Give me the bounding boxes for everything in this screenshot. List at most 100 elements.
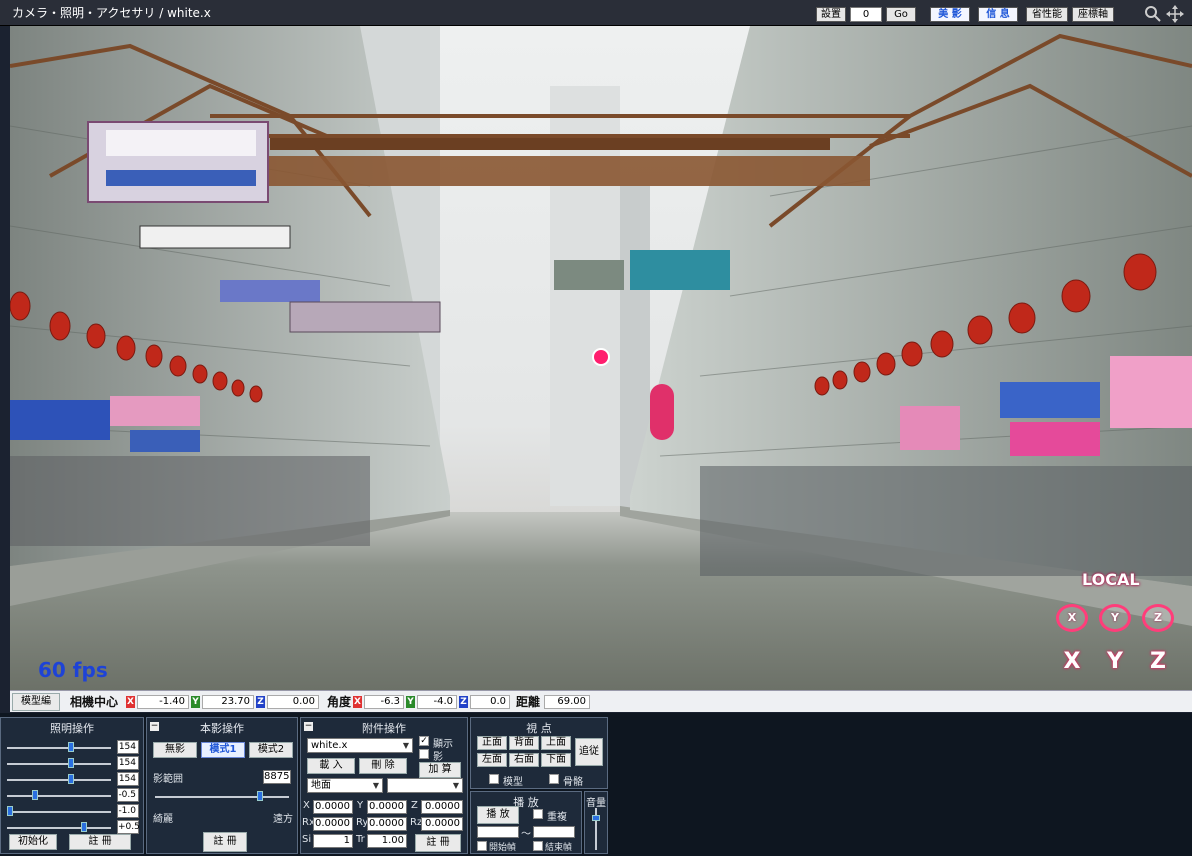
- center-x-field[interactable]: -1.40: [137, 694, 190, 709]
- scale-field[interactable]: 1: [313, 834, 353, 848]
- light-slider-thumb[interactable]: [67, 742, 74, 752]
- angle-z-field[interactable]: 0.0: [470, 694, 511, 709]
- view-bottom-button[interactable]: 下面: [541, 753, 571, 767]
- light-slider-value[interactable]: -0.5: [117, 788, 139, 802]
- model-label: 模型: [503, 777, 523, 788]
- camera-rotate-y-icon[interactable]: Y: [1099, 604, 1131, 632]
- angle-y-field[interactable]: -4.0: [417, 694, 458, 709]
- accessory-delete-button[interactable]: 刪 除: [359, 758, 407, 774]
- light-slider-thumb[interactable]: [80, 822, 87, 832]
- performance-button[interactable]: 省性能: [1026, 7, 1068, 22]
- view-right-button[interactable]: 右面: [509, 753, 539, 767]
- accessory-load-button[interactable]: 載 入: [307, 758, 355, 774]
- axis-z-tag: Z: [256, 695, 266, 708]
- model-checkbox[interactable]: [489, 774, 499, 784]
- camera-move-z-icon[interactable]: Z: [1142, 648, 1174, 676]
- bone-select[interactable]: ▼: [387, 778, 463, 793]
- end-frame-label: 結束幀: [545, 843, 573, 853]
- camera-move-y-icon[interactable]: Y: [1099, 648, 1131, 676]
- pos-y-label: Y: [357, 800, 364, 811]
- light-slider-thumb[interactable]: [67, 774, 74, 784]
- shadow-range-thumb[interactable]: [257, 791, 264, 801]
- accessory-add-button[interactable]: 加 算: [419, 762, 461, 778]
- pan-icon[interactable]: [1166, 5, 1184, 23]
- light-slider-thumb[interactable]: [31, 790, 38, 800]
- end-frame-checkbox[interactable]: [533, 841, 543, 851]
- zoom-icon[interactable]: [1144, 5, 1162, 23]
- rot-z-field[interactable]: 0.0000: [421, 817, 463, 831]
- beauty-shadow-button[interactable]: 美 影: [930, 7, 970, 22]
- control-panels: 照明操作 154 154 154 -0.5 -1.0 +0.5 初始化 註 冊 − 本影操…: [0, 713, 1192, 856]
- accessory-register-button[interactable]: 註 冊: [415, 834, 461, 852]
- view-left-button[interactable]: 左面: [477, 753, 507, 767]
- lighting-init-button[interactable]: 初始化: [9, 834, 57, 850]
- lighting-panel: 照明操作 154 154 154 -0.5 -1.0 +0.5 初始化 註 冊: [0, 717, 144, 854]
- mmd-window: カメラ・照明・アクセサリ / white.x 設置 0 Go 美 影 信 息 省…: [0, 0, 1192, 856]
- lighting-register-button[interactable]: 註 冊: [69, 834, 131, 850]
- end-frame-field[interactable]: [533, 826, 575, 838]
- camera-rotate-x-icon[interactable]: X: [1056, 604, 1088, 632]
- light-slider-thumb[interactable]: [7, 806, 13, 816]
- pos-x-field[interactable]: 0.0000: [313, 800, 353, 814]
- view-front-button[interactable]: 正面: [477, 736, 507, 750]
- accessory-panel: − 附件操作 white.x ▼ ✓ 顯示 影 載 入 刪 除 加 算 地面 ▼ ▼…: [300, 717, 468, 854]
- shadow-range-track: [155, 796, 289, 798]
- light-slider-value[interactable]: 154: [117, 740, 139, 754]
- follow-button[interactable]: 追従: [575, 738, 603, 766]
- pos-x-label: X: [303, 800, 310, 811]
- viewpoint-panel: 視 点 正面 背面 上面 左面 右面 下面 追従 模型 骨骼: [470, 717, 608, 789]
- repeat-checkbox[interactable]: [533, 809, 543, 819]
- center-y-field[interactable]: 23.70: [202, 694, 255, 709]
- light-slider-value[interactable]: -1.0: [117, 804, 139, 818]
- shadow-register-button[interactable]: 註 冊: [203, 832, 247, 852]
- shadow-mode1-button[interactable]: 模式1: [201, 742, 245, 758]
- center-z-field[interactable]: 0.00: [267, 694, 320, 709]
- accessory-select[interactable]: white.x ▼: [307, 738, 413, 753]
- angle-x-field[interactable]: -6.3: [364, 694, 405, 709]
- shadow-range-field[interactable]: 8875: [263, 770, 291, 784]
- coordinate-axis-button[interactable]: 座標軸: [1072, 7, 1114, 22]
- transparency-label: Tr: [356, 834, 365, 845]
- setup-button[interactable]: 設置: [816, 7, 846, 22]
- info-button[interactable]: 信 息: [978, 7, 1018, 22]
- shadow-near-label: 綺麗: [153, 814, 173, 825]
- rot-y-field[interactable]: 0.0000: [367, 817, 407, 831]
- parent-select[interactable]: 地面 ▼: [307, 778, 383, 793]
- light-slider-value[interactable]: 154: [117, 756, 139, 770]
- volume-thumb[interactable]: [592, 815, 600, 822]
- title-bar: カメラ・照明・アクセサリ / white.x 設置 0 Go 美 影 信 息 省…: [0, 0, 1192, 26]
- axis-x-tag: X: [126, 695, 136, 708]
- light-slider-value[interactable]: 154: [117, 772, 139, 786]
- camera-move-x-icon[interactable]: X: [1056, 648, 1088, 676]
- distance-field[interactable]: 69.00: [544, 694, 591, 709]
- viewpoint-title: 視 点: [526, 722, 552, 735]
- pos-z-field[interactable]: 0.0000: [421, 800, 463, 814]
- start-frame-label: 開始幀: [489, 843, 517, 853]
- bone-checkbox[interactable]: [549, 774, 559, 784]
- shadow-label: 影: [433, 752, 443, 763]
- play-button[interactable]: 播 放: [477, 806, 519, 824]
- shadow-title: 本影操作: [200, 722, 244, 735]
- display-checkbox[interactable]: ✓: [419, 736, 429, 746]
- camera-rotate-z-icon[interactable]: Z: [1142, 604, 1174, 632]
- start-frame-field[interactable]: [477, 826, 519, 838]
- go-button[interactable]: Go: [886, 7, 916, 22]
- transparency-field[interactable]: 1.00: [367, 834, 407, 848]
- model-edit-button[interactable]: 模型編: [12, 692, 60, 711]
- shadow-mode2-button[interactable]: 模式2: [249, 742, 293, 758]
- axis-letter: Z: [1154, 611, 1162, 624]
- view-top-button[interactable]: 上面: [541, 736, 571, 750]
- pos-y-field[interactable]: 0.0000: [367, 800, 407, 814]
- 3d-viewport[interactable]: 60 fps LOCAL X Y Z X Y Z: [10, 26, 1192, 690]
- shadow-none-button[interactable]: 無影: [153, 742, 197, 758]
- shadow-checkbox[interactable]: [419, 749, 429, 759]
- volume-panel: 音量: [584, 791, 608, 854]
- repeat-label: 重複: [547, 812, 567, 823]
- rot-x-field[interactable]: 0.0000: [313, 817, 353, 831]
- view-back-button[interactable]: 背面: [509, 736, 539, 750]
- light-slider-value[interactable]: +0.5: [117, 820, 140, 834]
- local-mode-label[interactable]: LOCAL: [1082, 570, 1140, 589]
- frame-input[interactable]: 0: [850, 7, 882, 22]
- light-slider-thumb[interactable]: [67, 758, 74, 768]
- start-frame-checkbox[interactable]: [477, 841, 487, 851]
